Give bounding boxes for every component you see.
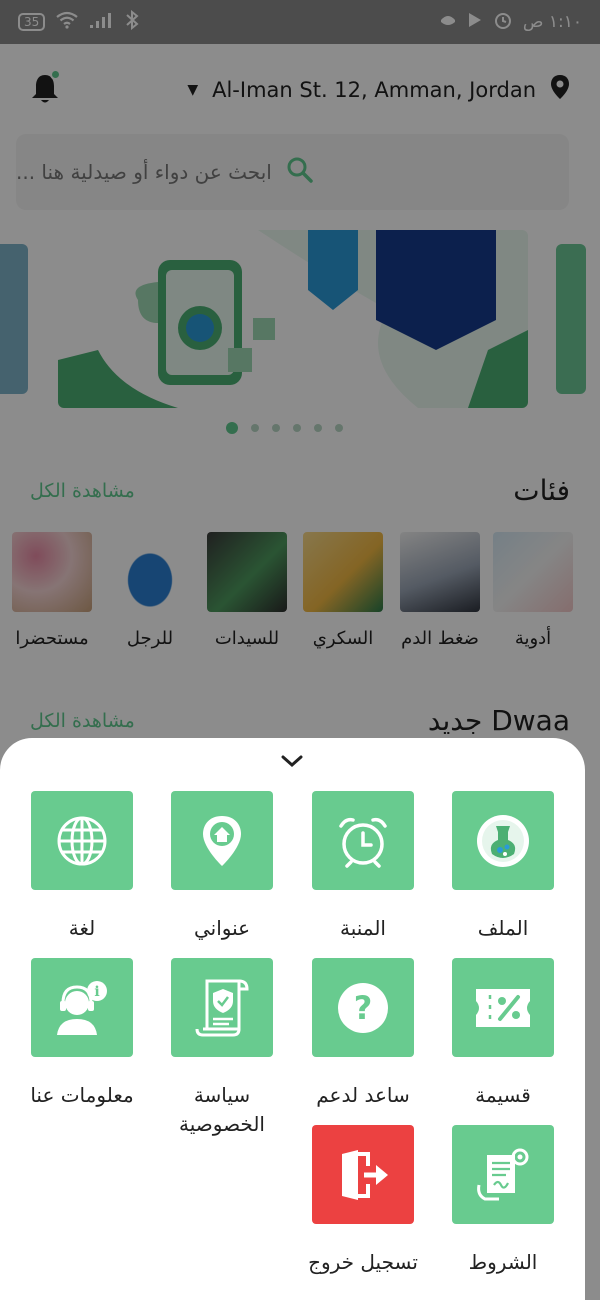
terms-document-icon xyxy=(452,1125,554,1224)
svg-text:?: ? xyxy=(354,989,373,1027)
globe-icon xyxy=(31,791,133,890)
menu-tile-profile[interactable]: الملف xyxy=(452,791,554,943)
menu-tile-privacy-policy[interactable]: سياسة الخصوصية xyxy=(171,958,273,1139)
menu-label: تسجيل خروج xyxy=(308,1250,418,1274)
collapse-chevron-icon[interactable] xyxy=(277,746,307,776)
menu-label: قسيمة xyxy=(475,1083,531,1107)
menu-tile-alarm[interactable]: المنبة xyxy=(312,791,414,943)
menu-tile-terms[interactable]: الشروط xyxy=(452,1125,554,1277)
privacy-document-icon xyxy=(171,958,273,1057)
menu-tile-help-support[interactable]: ? ساعد لدعم xyxy=(312,958,414,1110)
home-location-icon xyxy=(171,791,273,890)
menu-label: ساعد لدعم xyxy=(316,1083,410,1107)
menu-label: عنواني xyxy=(193,916,251,940)
support-agent-icon: i xyxy=(31,958,133,1057)
svg-text:i: i xyxy=(94,984,99,1000)
menu-bottom-sheet: الملف المنبة عنواني لغة قسيمة ? ساعد لدع… xyxy=(0,738,585,1300)
alarm-clock-icon xyxy=(312,791,414,890)
coupon-percent-icon xyxy=(452,958,554,1057)
help-question-icon: ? xyxy=(312,958,414,1057)
menu-tile-about-us[interactable]: i معلومات عنا xyxy=(30,958,134,1110)
menu-tile-coupon[interactable]: قسيمة xyxy=(452,958,554,1110)
menu-label: معلومات عنا xyxy=(30,1083,134,1107)
profile-logo-icon xyxy=(452,791,554,890)
menu-tile-logout[interactable]: تسجيل خروج xyxy=(308,1125,418,1277)
menu-label: سياسة الخصوصية xyxy=(179,1083,265,1136)
menu-tile-language[interactable]: لغة xyxy=(31,791,133,943)
menu-label: الشروط xyxy=(468,1250,538,1274)
menu-tile-my-address[interactable]: عنواني xyxy=(171,791,273,943)
menu-label: الملف xyxy=(477,916,529,940)
logout-door-icon xyxy=(312,1125,414,1224)
menu-label: المنبة xyxy=(339,916,386,940)
menu-label: لغة xyxy=(68,916,96,940)
